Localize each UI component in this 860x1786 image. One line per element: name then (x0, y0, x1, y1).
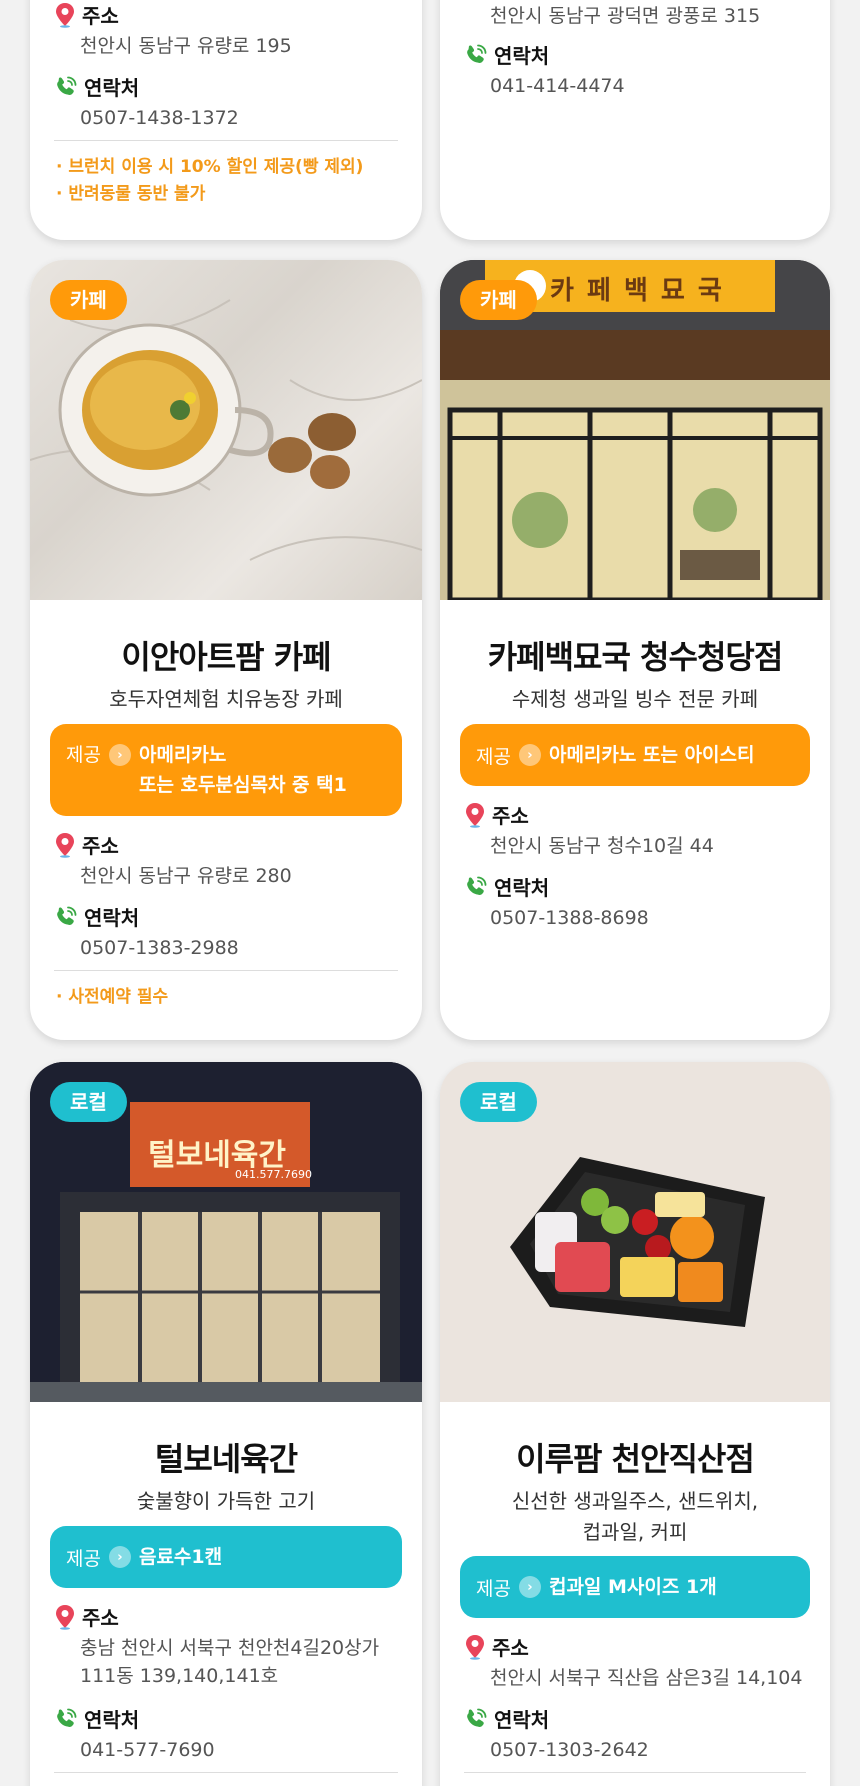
place-card-irufarm[interactable]: 로컬 이루팜 천안직산점 신선한 생과일주스, 샌드위치, 컵과일, 커피 제공… (440, 1062, 830, 1786)
category-badge: 카페 (460, 280, 537, 320)
address-heading: 주소 (464, 800, 529, 829)
note-pets: · 반려동물 동반 불가 (56, 184, 206, 204)
divider (54, 1772, 398, 1773)
contact-label: 연락처 (494, 44, 550, 68)
address-heading: 주소 (54, 0, 119, 29)
phone-icon (467, 44, 487, 63)
contact-heading: 연락처 (54, 72, 139, 101)
arrow-right-icon: › (108, 744, 131, 766)
phone-icon (467, 876, 487, 895)
note-discount: · 브런치 이용 시 10% 할인 제공(빵 제외) (56, 157, 364, 177)
offer-label: 제공 (476, 745, 511, 768)
offer-box: 제공 › 아메리카노 또는 호두분심목차 중 택1 (50, 724, 402, 816)
address-label: 주소 (492, 804, 529, 828)
address-value: 천안시 동남구 유량로 195 (80, 35, 292, 57)
contact-label: 연락처 (84, 1708, 140, 1732)
phone-icon (57, 906, 77, 925)
offer-text: 아메리카노 또는 아이스티 (548, 744, 755, 766)
place-card-ian-art-farm[interactable]: 카페 이안아트팜 카페 호두자연체험 치유농장 카페 제공 › 아메리카노 또는… (30, 260, 422, 1040)
address-label: 주소 (492, 1636, 529, 1660)
phone-value[interactable]: 041-577-7690 (80, 1736, 402, 1764)
category-badge: 카페 (50, 280, 127, 320)
location-pin-icon (56, 2, 74, 28)
address-label: 주소 (82, 834, 119, 858)
phone-value[interactable]: 0507-1383-2988 (80, 934, 402, 962)
address-value: 천안시 서북구 직산읍 삼은3길 14,104 (490, 1667, 803, 1689)
offer-label: 제공 (476, 1577, 511, 1600)
place-subtitle: 수제청 생과일 빙수 전문 카페 (511, 687, 759, 711)
address-line-2: 111동 139,140,141호 (80, 1665, 279, 1687)
address-heading: 주소 (464, 1632, 529, 1661)
offer-box: 제공 › 아메리카노 또는 아이스티 (460, 724, 810, 786)
phone-value[interactable]: 0507-1388-8698 (490, 904, 810, 932)
place-card-baekmyoguk[interactable]: 카 페 백 묘 국 카페 카페백묘국 청수청당점 수제청 생과일 빙수 전문 카… (440, 260, 830, 1040)
place-card-teolbone[interactable]: 털보네육간 041.577.7690 로컬 털보네육간 숯불향이 가득한 고기 … (30, 1062, 422, 1786)
offer-text: 컵과일 M사이즈 1개 (548, 1576, 717, 1598)
contact-heading: 연락처 (54, 1704, 139, 1733)
address-value: 천안시 동남구 광덕면 광풍로 315 (490, 5, 761, 27)
subtitle-line-1: 신선한 생과일주스, 샌드위치, (511, 1489, 759, 1513)
restaurant-sign-phone: 041.577.7690 (235, 1168, 312, 1181)
arrow-right-icon: › (518, 744, 541, 766)
location-pin-icon (56, 832, 74, 858)
contact-heading: 연락처 (54, 902, 139, 931)
store-sign-text: 카 페 백 묘 국 (550, 276, 724, 306)
address-label: 주소 (82, 1606, 119, 1630)
address-heading: 주소 (54, 1602, 119, 1631)
arrow-right-icon: › (108, 1546, 131, 1568)
subtitle-line-2: 컵과일, 커피 (582, 1520, 688, 1544)
address-value: 천안시 동남구 유량로 280 (80, 865, 292, 887)
location-pin-icon (466, 1634, 484, 1660)
offer-line-1: 아메리카노 (138, 744, 227, 766)
divider (464, 1772, 806, 1773)
offer-label: 제공 (66, 744, 101, 766)
contact-label: 연락처 (84, 76, 140, 100)
contact-label: 연락처 (494, 876, 550, 900)
offer-text: 음료수1캔 (138, 1546, 223, 1568)
offer-label: 제공 (66, 1547, 101, 1570)
phone-icon (57, 1708, 77, 1727)
contact-heading: 연락처 (464, 40, 549, 69)
phone-value[interactable]: 041-414-4474 (490, 72, 810, 100)
divider (54, 140, 398, 141)
offer-box: 제공 › 컵과일 M사이즈 1개 (460, 1556, 810, 1618)
place-subtitle: 신선한 생과일주스, 샌드위치, 컵과일, 커피 (440, 1486, 830, 1548)
address-label: 주소 (82, 4, 119, 28)
place-title: 카페백묘국 청수청당점 (487, 638, 784, 676)
place-card-top-right[interactable]: 천안시 동남구 광덕면 광풍로 315 연락처 041-414-4474 (440, 0, 830, 240)
location-pin-icon (56, 1604, 74, 1630)
place-card-top-left[interactable]: 주소 천안시 동남구 유량로 195 연락처 0507-1438-1372 · … (30, 0, 422, 240)
address-value: 천안시 동남구 청수10길 44 (490, 835, 714, 857)
location-pin-icon (466, 802, 484, 828)
note-reservation: · 사전예약 필수 (56, 987, 169, 1007)
category-badge: 로컬 (460, 1082, 537, 1122)
category-badge: 로컬 (50, 1082, 127, 1122)
phone-icon (57, 76, 77, 95)
phone-icon (467, 1708, 487, 1727)
phone-value[interactable]: 0507-1303-2642 (490, 1736, 810, 1764)
contact-heading: 연락처 (464, 872, 549, 901)
offer-line-2: 또는 호두분심목차 중 택1 (138, 774, 347, 796)
offer-text: 아메리카노 또는 호두분심목차 중 택1 (139, 740, 347, 800)
address-line-1: 충남 천안시 서북구 천안천4길20상가 (80, 1637, 380, 1659)
place-subtitle: 숯불향이 가득한 고기 (136, 1489, 316, 1513)
address-heading: 주소 (54, 830, 119, 859)
contact-heading: 연락처 (464, 1704, 549, 1733)
place-title: 이루팜 천안직산점 (516, 1440, 755, 1478)
address-value: 충남 천안시 서북구 천안천4길20상가 111동 139,140,141호 (80, 1634, 402, 1690)
place-title: 이안아트팜 카페 (121, 638, 331, 676)
contact-label: 연락처 (84, 906, 140, 930)
contact-label: 연락처 (494, 1708, 550, 1732)
offer-box: 제공 › 음료수1캔 (50, 1526, 402, 1588)
arrow-right-icon: › (518, 1576, 541, 1598)
phone-value[interactable]: 0507-1438-1372 (80, 104, 402, 132)
place-subtitle: 호두자연체험 치유농장 카페 (109, 687, 343, 711)
divider (54, 970, 398, 971)
place-title: 털보네육간 (154, 1440, 298, 1478)
